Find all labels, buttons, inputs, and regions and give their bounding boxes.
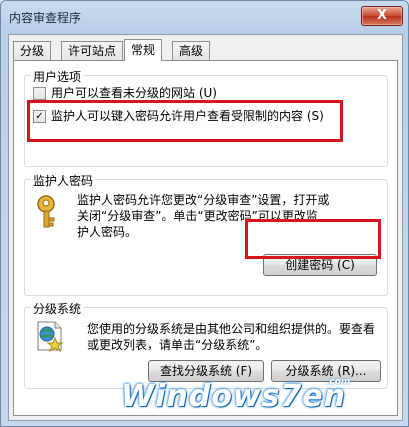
rating-systems-title: 分级系统 [31,300,84,317]
create-password-highlight-box [245,219,381,259]
rating-systems-description: 您使用的分级系统是由其他公司和组织提供的。要查看 或更改列表，请单击“分级系统”… [87,321,382,353]
window-title: 内容审查程序 [9,11,82,25]
title-bar[interactable]: 内容审查程序 X [1,1,408,31]
tab-advanced[interactable]: 高级 [172,41,211,60]
certificate-icon [37,321,64,352]
unrated-sites-label: 用户可以查看未分级的网站 (U) [51,86,217,100]
dialog-window: 内容审查程序 X 分级 许可站点 常规 高级 用户选项 用户可以查看未分级的网站… [0,0,409,427]
supervisor-desc-line-1: 监护人密码允许您更改“分级审查”设置，打开或 [77,193,330,207]
close-icon: X [376,8,388,23]
rating-desc-line-1: 您使用的分级系统是由其他公司和组织提供的。要查看 [87,322,376,336]
watermark-logo: .com Windows7en [121,365,401,425]
close-button[interactable]: X [361,6,403,26]
rating-desc-line-2: 或更改列表，请单击“分级系统”。 [87,338,268,352]
user-options-title: 用户选项 [31,68,84,85]
supervisor-password-title: 监护人密码 [31,172,96,189]
tab-general[interactable]: 常规 [124,39,163,61]
watermark-text: Windows7en [121,379,346,414]
checkbox-highlight-box [27,100,343,142]
key-icon [37,195,55,228]
tab-ratings[interactable]: 分级 [13,41,52,60]
unrated-sites-checkbox[interactable] [33,87,46,100]
tab-approved-sites[interactable]: 许可站点 [61,41,124,60]
